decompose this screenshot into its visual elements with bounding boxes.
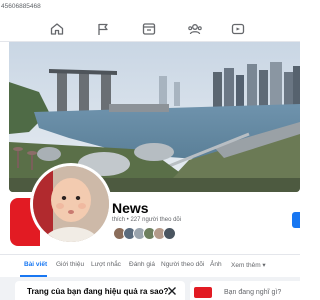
browser-url-bar[interactable]: 45606885468 <box>0 0 300 16</box>
page-title: News <box>112 200 149 216</box>
primary-action-button[interactable] <box>292 212 300 228</box>
tab-posts[interactable]: Bài viết <box>24 261 47 268</box>
page-logo-icon <box>194 287 212 298</box>
tab-photos[interactable]: Ảnh <box>210 261 222 268</box>
tab-mentions[interactable]: Lượt nhắc <box>91 261 121 268</box>
tab-about[interactable]: Giới thiệu <box>56 261 84 268</box>
gaming-icon[interactable] <box>230 21 246 37</box>
top-navbar <box>0 16 300 42</box>
groups-icon[interactable] <box>187 21 203 37</box>
profile-avatar[interactable] <box>30 163 112 245</box>
follower-avatar[interactable] <box>163 227 176 240</box>
close-icon[interactable] <box>166 284 178 296</box>
marketplace-icon[interactable] <box>141 21 157 37</box>
insights-card: Trang của bạn đang hiệu quả ra sao? <box>15 281 185 300</box>
page-tabs: Bài viết Giới thiệu Lượt nhắc Đánh giá N… <box>0 254 300 277</box>
composer-card[interactable]: Bạn đang nghĩ gì? <box>190 281 300 300</box>
insights-card-title: Trang của bạn đang hiệu quả ra sao? <box>27 287 169 296</box>
tab-more[interactable]: Xem thêm ▾ <box>231 261 266 269</box>
url-text: 45606885468 <box>1 3 41 10</box>
page-stats[interactable]: thích • 227 người theo dõi <box>112 217 181 223</box>
home-icon[interactable] <box>49 21 65 37</box>
flag-icon[interactable] <box>95 21 111 37</box>
tab-reviews[interactable]: Đánh giá <box>129 261 155 268</box>
composer-prompt[interactable]: Bạn đang nghĩ gì? <box>224 289 281 296</box>
tab-followers[interactable]: Người theo dõi <box>161 261 204 268</box>
